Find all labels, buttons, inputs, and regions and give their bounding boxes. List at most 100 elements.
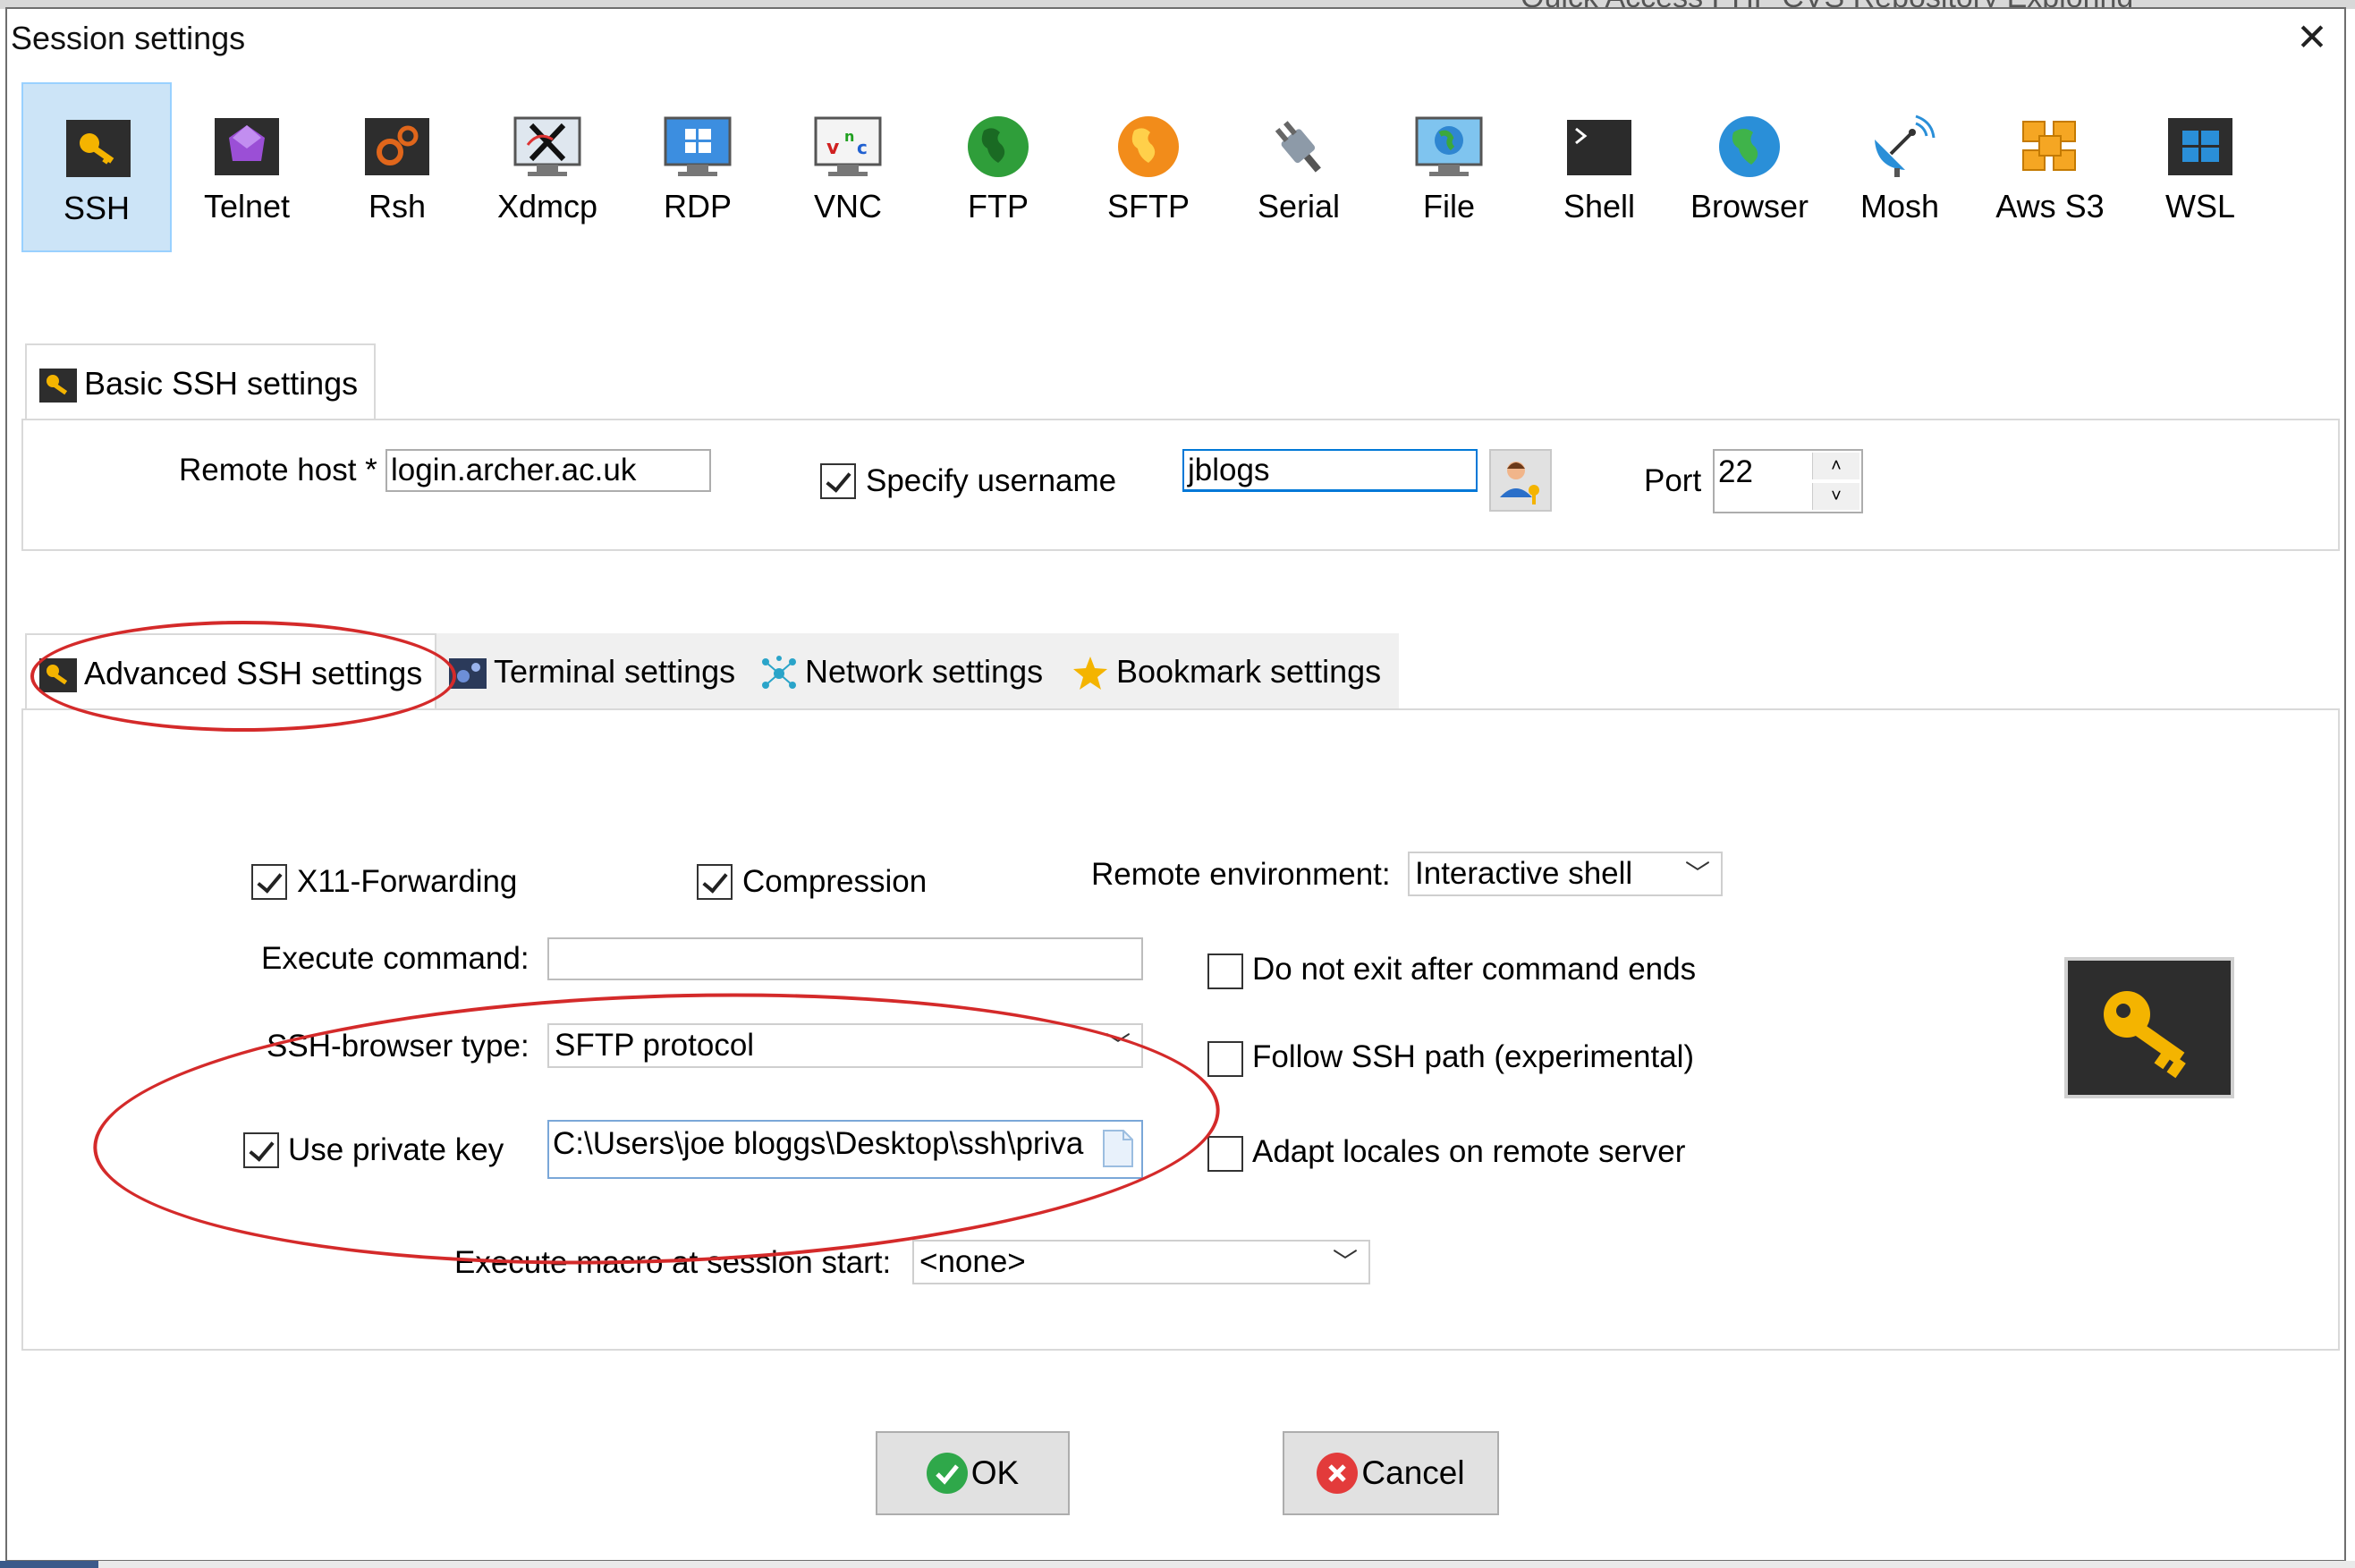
key-icon	[66, 120, 131, 177]
session-type-label: SSH	[63, 190, 131, 226]
session-type-mosh[interactable]: Mosh	[1825, 82, 1975, 252]
session-type-label: Browser	[1690, 188, 1809, 225]
use-private-key-checkbox[interactable]	[243, 1132, 279, 1168]
session-type-ftp[interactable]: FTP	[923, 82, 1073, 252]
port-spin-down[interactable]: ˅	[1812, 483, 1859, 510]
x11-forwarding-checkbox[interactable]	[251, 864, 287, 900]
port-spin-up[interactable]: ˄	[1812, 453, 1859, 479]
execute-command-label: Execute command:	[261, 941, 529, 976]
session-type-label: WSL	[2164, 188, 2235, 225]
execute-macro-value: <none>	[919, 1244, 1026, 1279]
tab-label: Terminal settings	[494, 653, 736, 690]
remote-host-input[interactable]: login.archer.ac.uk	[385, 449, 711, 492]
user-key-icon	[1500, 462, 1539, 504]
session-type-label: Mosh	[1859, 188, 1940, 225]
session-type-label: Shell	[1563, 188, 1636, 225]
session-type-ssh[interactable]: SSH	[21, 82, 172, 252]
session-type-shell[interactable]: Shell	[1524, 82, 1674, 252]
session-type-vnc[interactable]: vnc VNC	[773, 82, 923, 252]
satellite-dish-icon	[1875, 114, 1936, 177]
session-type-telnet[interactable]: Telnet	[172, 82, 322, 252]
checkmark-icon	[926, 1453, 968, 1494]
file-icon	[1103, 1130, 1133, 1167]
tab-network-settings[interactable]: Network settings	[748, 633, 1059, 710]
do-not-exit-checkbox[interactable]	[1207, 954, 1243, 989]
session-type-sftp[interactable]: SFTP	[1073, 82, 1224, 252]
tab-bookmark-settings[interactable]: Bookmark settings	[1059, 633, 1399, 710]
svg-text:n: n	[844, 128, 854, 145]
xdmcp-icon	[513, 116, 581, 176]
cancel-label: Cancel	[1361, 1454, 1465, 1491]
session-type-label: VNC	[813, 188, 882, 225]
tab-advanced-ssh-settings[interactable]: Advanced SSH settings	[25, 633, 436, 710]
execute-command-input[interactable]	[547, 937, 1143, 980]
network-icon	[762, 656, 796, 690]
session-type-label: File	[1422, 188, 1475, 225]
key-icon	[39, 369, 77, 403]
ssh-browser-type-label: SSH-browser type:	[267, 1029, 529, 1064]
username-input[interactable]: jblogs	[1182, 449, 1478, 492]
browse-file-button[interactable]	[1102, 1129, 1134, 1168]
compression-label: Compression	[742, 864, 928, 899]
compression-checkbox[interactable]	[697, 864, 733, 900]
session-type-label: Telnet	[203, 188, 291, 225]
session-type-wsl[interactable]: WSL	[2125, 82, 2275, 252]
private-key-path-input[interactable]: C:\Users\joe bloggs\Desktop\ssh\priva	[547, 1120, 1143, 1179]
ok-label: OK	[970, 1454, 1020, 1491]
session-type-xdmcp[interactable]: Xdmcp	[472, 82, 623, 252]
windows-icon	[2168, 118, 2232, 175]
ssh-key-illustration	[2064, 957, 2234, 1098]
browser-globe-icon	[1719, 116, 1780, 177]
terminal-gear-icon	[449, 658, 487, 690]
telnet-icon	[215, 118, 279, 175]
session-type-serial[interactable]: Serial	[1224, 82, 1374, 252]
key-icon	[2068, 961, 2231, 1095]
close-button[interactable]: ✕	[2290, 13, 2334, 63]
svg-text:v: v	[826, 137, 840, 159]
remote-environment-label: Remote environment:	[1091, 857, 1391, 892]
ssh-browser-type-select[interactable]: SFTP protocol ﹀	[547, 1023, 1143, 1068]
window-title: Session settings	[11, 20, 246, 56]
session-type-label: Rsh	[368, 188, 427, 225]
aws-cubes-icon	[2022, 121, 2076, 171]
session-type-browser[interactable]: Browser	[1674, 82, 1825, 252]
shell-terminal-icon	[1567, 120, 1631, 175]
session-type-label: Xdmcp	[496, 188, 598, 225]
user-credentials-button[interactable]	[1489, 449, 1552, 512]
chevron-down-icon: ﹀	[1332, 1248, 1358, 1276]
tab-terminal-settings[interactable]: Terminal settings	[436, 633, 748, 710]
cancel-button[interactable]: Cancel	[1283, 1431, 1499, 1515]
follow-ssh-path-label: Follow SSH path (experimental)	[1252, 1039, 1695, 1074]
ok-button[interactable]: OK	[876, 1431, 1070, 1515]
execute-macro-select[interactable]: <none> ﹀	[912, 1240, 1370, 1284]
ftp-globe-icon	[968, 116, 1029, 177]
x11-forwarding-label: X11-Forwarding	[297, 864, 518, 899]
specify-username-checkbox[interactable]	[820, 463, 856, 499]
do-not-exit-label: Do not exit after command ends	[1252, 952, 1697, 987]
session-type-aws-s3[interactable]: Aws S3	[1975, 82, 2125, 252]
background-app-bottom	[98, 1561, 2355, 1568]
specify-username-label: Specify username	[866, 463, 1117, 498]
port-label: Port	[1644, 463, 1702, 498]
session-type-rdp[interactable]: RDP	[623, 82, 773, 252]
session-type-label: SFTP	[1106, 188, 1190, 225]
session-type-label: Serial	[1257, 188, 1341, 225]
session-type-label: FTP	[968, 188, 1029, 225]
chevron-down-icon: ﹀	[1105, 1031, 1131, 1059]
tab-label: Bookmark settings	[1116, 653, 1382, 690]
rsh-icon	[365, 118, 429, 175]
svg-text:c: c	[857, 137, 868, 158]
execute-macro-label: Execute macro at session start:	[454, 1245, 892, 1280]
key-icon	[39, 658, 77, 693]
tab-basic-ssh-settings[interactable]: Basic SSH settings	[25, 343, 376, 420]
sftp-globe-icon	[1118, 116, 1179, 177]
adapt-locales-checkbox[interactable]	[1207, 1136, 1243, 1172]
vnc-icon: vnc	[814, 116, 882, 176]
follow-ssh-path-checkbox[interactable]	[1207, 1041, 1243, 1077]
session-type-rsh[interactable]: Rsh	[322, 82, 472, 252]
remote-host-label: Remote host *	[179, 453, 377, 487]
remote-environment-select[interactable]: Interactive shell ﹀	[1408, 852, 1723, 896]
adapt-locales-label: Adapt locales on remote server	[1252, 1134, 1686, 1169]
session-type-file[interactable]: File	[1374, 82, 1524, 252]
serial-plug-icon	[1275, 121, 1321, 173]
